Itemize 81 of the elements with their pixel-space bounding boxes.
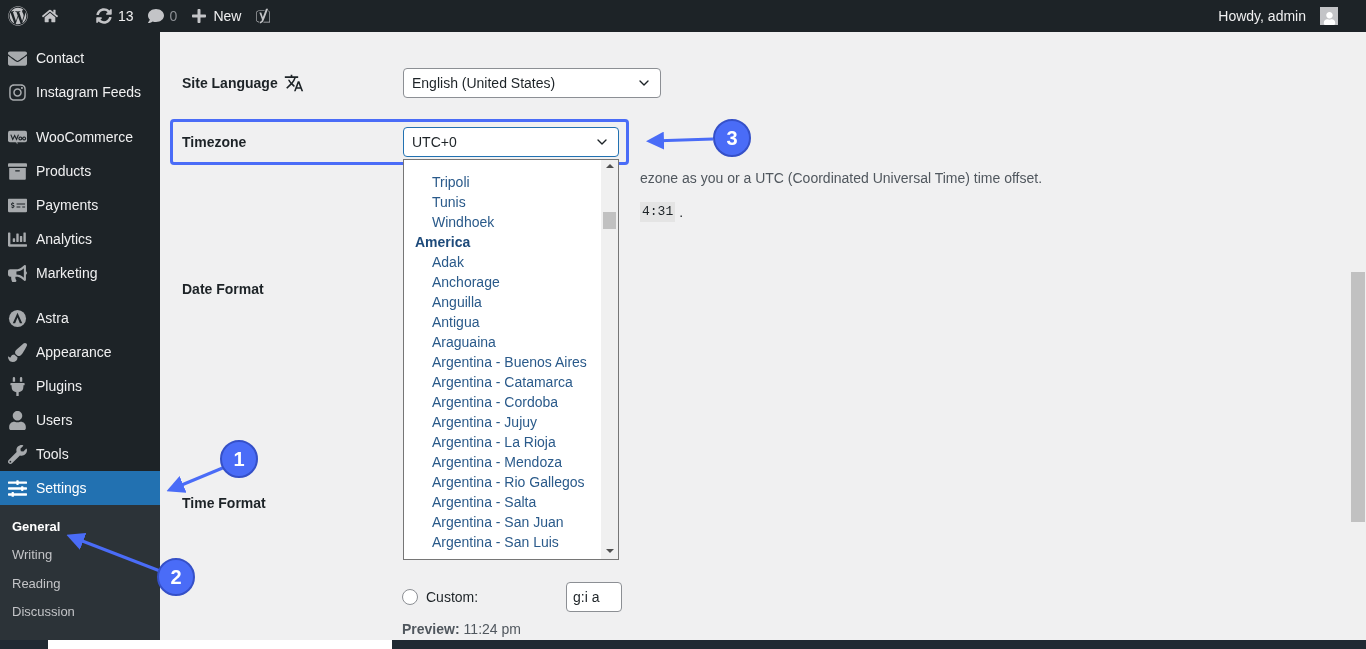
user-icon bbox=[8, 410, 27, 430]
dropdown-scrollbar[interactable] bbox=[601, 160, 618, 559]
step-number: 1 bbox=[220, 440, 258, 478]
sidebar-item[interactable]: Marketing bbox=[0, 256, 160, 290]
comment-icon[interactable] bbox=[147, 8, 164, 24]
sidebar-item[interactable]: Users bbox=[0, 403, 160, 437]
sliders-icon bbox=[8, 478, 27, 498]
field-description: ezone as you or a UTC (Coordinated Universal Time) time offset. bbox=[640, 168, 1043, 188]
dropdown-option[interactable]: Argentina - Jujuy bbox=[404, 412, 601, 432]
sidebar-item[interactable]: Appearance bbox=[0, 335, 160, 369]
scroll-down-arrow-icon[interactable] bbox=[605, 549, 614, 553]
sidebar-item[interactable]: Products bbox=[0, 154, 160, 188]
bar-chart-icon bbox=[8, 229, 27, 249]
dropdown-option[interactable]: Windhoek bbox=[404, 212, 601, 232]
dropdown-option[interactable]: Antigua bbox=[404, 312, 601, 332]
scrollbar-thumb[interactable] bbox=[603, 212, 616, 229]
astra-logo-icon bbox=[8, 308, 27, 328]
step-number: 2 bbox=[157, 558, 195, 596]
sidebar-item[interactable]: Settings bbox=[0, 471, 160, 505]
dropdown-option[interactable]: Argentina - Catamarca bbox=[404, 372, 601, 392]
dropdown-option[interactable]: Araguaina bbox=[404, 332, 601, 352]
field-label: Date Format bbox=[182, 279, 264, 299]
custom-format-input[interactable]: g:i a bbox=[566, 582, 622, 612]
scroll-up-arrow-icon[interactable] bbox=[605, 164, 614, 168]
sidebar-item[interactable]: Contact bbox=[0, 41, 160, 75]
admin-bar-link[interactable]: 13 bbox=[118, 5, 134, 27]
plus-icon[interactable] bbox=[191, 8, 208, 24]
submenu-item[interactable]: General bbox=[0, 512, 160, 541]
archive-icon bbox=[8, 161, 27, 181]
step-number: 3 bbox=[713, 119, 751, 157]
translate-icon bbox=[283, 73, 304, 93]
submenu-item[interactable]: Reading bbox=[0, 569, 160, 598]
period-text: . bbox=[679, 202, 684, 222]
sidebar-item[interactable]: WooCommerce bbox=[0, 120, 160, 154]
wrench-icon bbox=[8, 444, 27, 464]
dropdown-option[interactable]: Argentina - San Luis bbox=[404, 532, 601, 552]
sidebar-item[interactable]: Payments bbox=[0, 188, 160, 222]
dropdown-option[interactable]: Adak bbox=[404, 252, 601, 272]
field-label: Timezone bbox=[182, 132, 248, 152]
dropdown-option[interactable]: Anguilla bbox=[404, 292, 601, 312]
dropdown-option[interactable]: Argentina - San Juan bbox=[404, 512, 601, 532]
preview-value: 11:24 pm bbox=[463, 620, 521, 639]
submenu-item[interactable]: Discussion bbox=[0, 597, 160, 626]
dropdown-option[interactable]: Argentina - Rio Gallegos bbox=[404, 472, 601, 492]
radio-label[interactable]: Custom: bbox=[426, 586, 566, 608]
wordpress-logo-icon[interactable] bbox=[8, 6, 28, 26]
field-label: Time Format bbox=[182, 493, 266, 513]
radio-button[interactable] bbox=[402, 589, 418, 605]
timezone-select[interactable]: UTC+0 bbox=[403, 127, 619, 157]
camera-icon bbox=[8, 82, 27, 102]
dropdown-option[interactable]: Argentina - Mendoza bbox=[404, 452, 601, 472]
field-label: Site Language bbox=[182, 73, 278, 93]
sidebar-item[interactable]: Tools bbox=[0, 437, 160, 471]
option-group-label: America bbox=[414, 232, 472, 252]
sidebar-item[interactable]: Instagram Feeds bbox=[0, 75, 160, 109]
sidebar-item[interactable]: Astra bbox=[0, 301, 160, 335]
megaphone-icon bbox=[8, 263, 27, 283]
language-select[interactable]: English (United States) bbox=[403, 68, 661, 98]
refresh-icon[interactable] bbox=[96, 8, 112, 24]
home-icon[interactable] bbox=[42, 8, 58, 24]
preview-label: Preview: bbox=[402, 620, 460, 639]
admin-bar-link[interactable]: 0 bbox=[169, 5, 178, 27]
dropdown-option[interactable]: Anchorage bbox=[404, 272, 601, 292]
annotation-arrow bbox=[646, 131, 714, 150]
plugin-logo-icon[interactable] bbox=[255, 8, 272, 24]
dropdown-option[interactable]: Tripoli bbox=[404, 172, 601, 192]
submenu-item[interactable]: Writing bbox=[0, 540, 160, 569]
sidebar-item[interactable]: Plugins bbox=[0, 369, 160, 403]
dropdown-option[interactable]: Tunis bbox=[404, 192, 601, 212]
dropdown-option[interactable]: Argentina - Buenos Aires bbox=[404, 352, 601, 372]
admin-bar-link[interactable]: New bbox=[213, 5, 242, 27]
dropdown-option[interactable]: Argentina - Salta bbox=[404, 492, 601, 512]
sidebar-item[interactable]: Analytics bbox=[0, 222, 160, 256]
greeting[interactable]: Howdy, admin bbox=[1218, 5, 1306, 27]
paintbrush-icon bbox=[8, 342, 27, 362]
dropdown-option[interactable]: Argentina - Cordoba bbox=[404, 392, 601, 412]
scrollbar-thumb[interactable] bbox=[1351, 272, 1365, 522]
plug-icon bbox=[8, 376, 27, 396]
mail-icon bbox=[8, 48, 27, 68]
dropdown-option[interactable]: Argentina - La Rioja bbox=[404, 432, 601, 452]
time-code: 4:31 bbox=[640, 202, 676, 222]
